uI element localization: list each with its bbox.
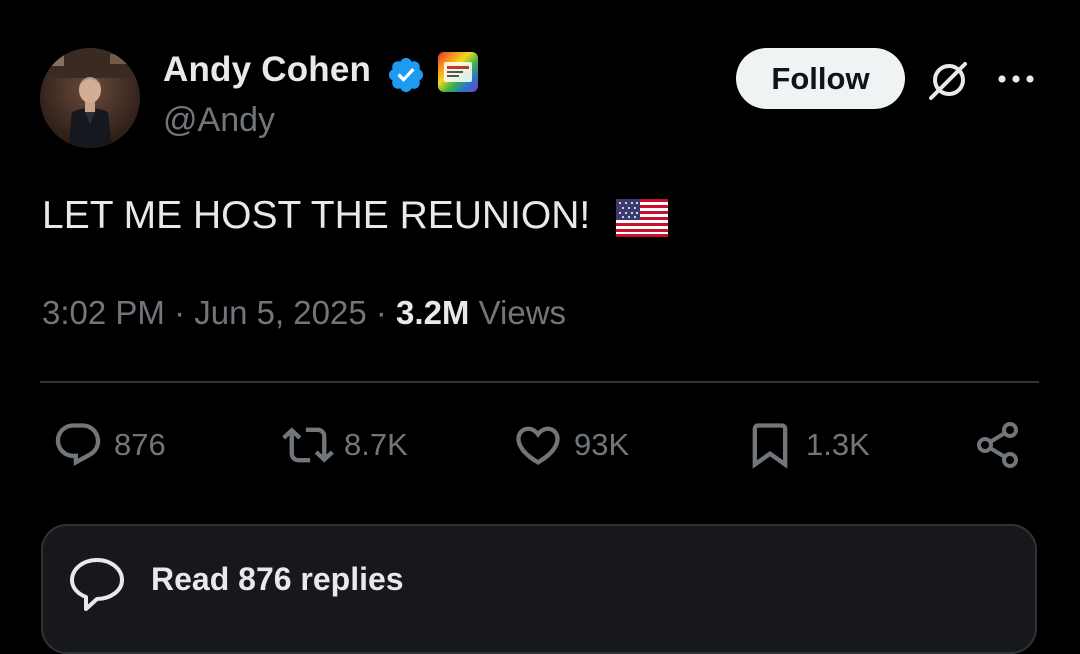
tweet-date[interactable]: Jun 5, 2025 xyxy=(194,294,366,331)
heart-icon xyxy=(516,426,560,465)
bookmark-button[interactable]: 1.3K xyxy=(744,417,870,473)
affiliate-badge-icon[interactable] xyxy=(438,52,478,92)
like-button[interactable]: 93K xyxy=(512,417,629,473)
author-name[interactable]: Andy Cohen xyxy=(163,50,371,90)
author-handle[interactable]: @Andy xyxy=(163,101,275,140)
verified-badge-icon xyxy=(386,55,426,95)
repost-icon xyxy=(282,427,334,463)
us-flag-icon xyxy=(616,199,668,237)
reply-icon xyxy=(55,423,101,467)
meta-separator: · xyxy=(164,294,195,331)
avatar[interactable] xyxy=(40,48,140,148)
views-label: Views xyxy=(469,294,567,331)
bookmark-icon xyxy=(752,423,788,469)
repost-button[interactable]: 8.7K xyxy=(282,417,408,473)
avatar-image xyxy=(40,48,140,148)
chat-bubble-icon xyxy=(66,553,128,615)
tweet-text: LET ME HOST THE REUNION! xyxy=(42,194,591,237)
more-icon[interactable] xyxy=(994,62,1038,96)
like-count: 93K xyxy=(574,427,630,462)
bookmark-count: 1.3K xyxy=(806,427,870,462)
read-replies-label: Read 876 replies xyxy=(151,561,404,597)
views-count: 3.2M xyxy=(396,294,470,331)
meta-separator: · xyxy=(366,294,397,331)
divider xyxy=(40,381,1039,383)
reply-count: 876 xyxy=(114,427,166,462)
repost-count: 8.7K xyxy=(344,427,408,462)
reply-button[interactable]: 876 xyxy=(52,417,166,473)
grok-icon[interactable] xyxy=(925,56,973,104)
share-icon xyxy=(977,422,1018,468)
tweet-time[interactable]: 3:02 PM xyxy=(42,294,165,331)
follow-button[interactable]: Follow xyxy=(736,48,905,109)
tweet-meta: 3:02 PM · Jun 5, 2025 · 3.2M Views xyxy=(42,294,566,332)
share-button[interactable] xyxy=(972,417,1024,473)
